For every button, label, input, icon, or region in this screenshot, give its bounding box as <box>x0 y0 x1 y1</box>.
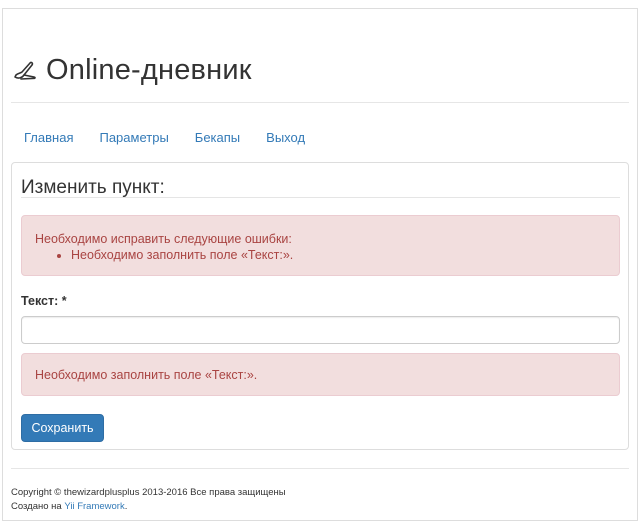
nav-item-logout[interactable]: Выход <box>253 124 318 152</box>
error-summary-title: Необходимо исправить следующие ошибки: <box>35 232 292 246</box>
footer-copyright: Copyright © thewizardplusplus 2013-2016 … <box>11 487 286 498</box>
site-header: Online-дневник <box>12 50 252 90</box>
footer-created-prefix: Создано на <box>11 501 65 512</box>
nav-item-home[interactable]: Главная <box>11 124 86 152</box>
footer-created-by: Создано на Yii Framework. <box>11 500 286 514</box>
form-title-divider <box>21 197 620 198</box>
footer-divider <box>11 468 629 469</box>
header-divider <box>11 102 629 103</box>
error-summary-item: Необходимо заполнить поле «Текст:». <box>71 247 606 264</box>
footer-created-suffix: . <box>124 501 128 512</box>
footer: Copyright © thewizardplusplus 2013-2016 … <box>11 486 286 514</box>
framework-link[interactable]: Yii Framework <box>64 501 124 512</box>
site-title: Online-дневник <box>46 53 252 86</box>
nav-item-backups[interactable]: Бекапы <box>182 124 253 152</box>
text-field-error: Необходимо заполнить поле «Текст:». <box>21 353 620 396</box>
error-summary-alert: Необходимо исправить следующие ошибки: Н… <box>21 215 620 276</box>
nav-item-settings[interactable]: Параметры <box>86 124 181 152</box>
form-title: Изменить пункт: <box>21 177 165 198</box>
edit-item-panel: Изменить пункт: Необходимо исправить сле… <box>11 162 629 450</box>
text-field-input[interactable] <box>21 316 620 344</box>
text-field-label: Текст: * <box>21 294 67 308</box>
main-nav: Главная Параметры Бекапы Выход <box>11 124 318 152</box>
save-button[interactable]: Сохранить <box>21 414 104 442</box>
error-summary-list: Необходимо заполнить поле «Текст:». <box>35 247 606 264</box>
diary-pen-icon <box>12 57 38 83</box>
